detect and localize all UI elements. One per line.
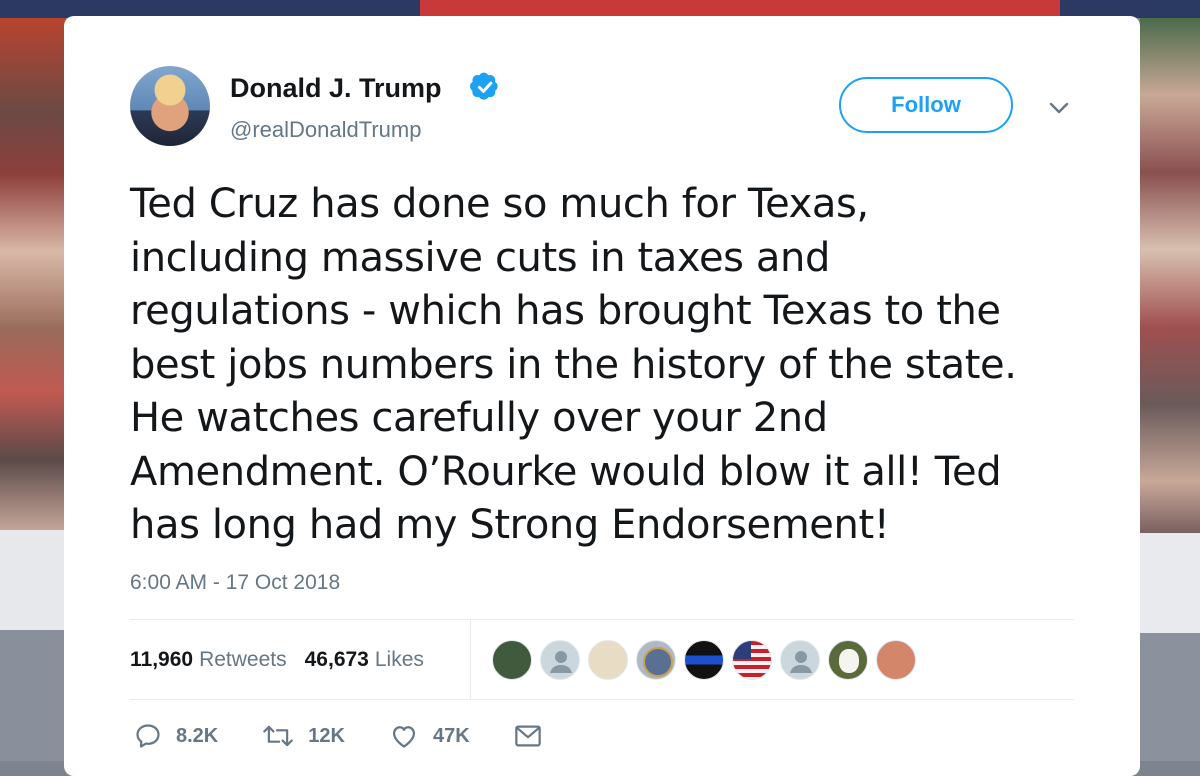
author-handle[interactable]: @realDonaldTrump	[230, 117, 421, 143]
author-name[interactable]: Donald J. Trump	[230, 73, 442, 104]
default-avatar[interactable]	[540, 640, 580, 680]
reply-count: 8.2K	[176, 724, 219, 747]
background-crowd-right	[1140, 18, 1200, 533]
liker-avatars	[492, 640, 916, 680]
retweet-button[interactable]: 12K	[262, 722, 345, 750]
us-flag-avatar[interactable]	[732, 640, 772, 680]
green-face-avatar[interactable]	[492, 640, 532, 680]
like-button[interactable]: 47K	[389, 722, 470, 750]
memorial-seal-avatar[interactable]	[636, 640, 676, 680]
tweet-timestamp[interactable]: 6:00 AM - 17 Oct 2018	[130, 571, 340, 595]
follow-button[interactable]: Follow	[839, 77, 1013, 133]
stats-divider	[470, 620, 471, 700]
hands-avatar[interactable]	[876, 640, 916, 680]
reply-icon	[136, 724, 160, 748]
background-lower-left	[0, 630, 66, 761]
engagement-stats: 11,960 Retweets 46,673 Likes	[130, 648, 424, 672]
reply-button[interactable]: 8.2K	[134, 722, 218, 750]
chevron-down-icon[interactable]	[1047, 96, 1071, 120]
retweets-stat[interactable]: 11,960 Retweets	[130, 648, 287, 672]
action-bar: 8.2K 12K 47K	[134, 722, 600, 750]
retweet-icon	[263, 725, 294, 747]
likes-stat[interactable]: 46,673 Likes	[305, 648, 424, 672]
author-avatar[interactable]	[130, 66, 210, 146]
blue-line-flag-avatar[interactable]	[684, 640, 724, 680]
likes-label: Likes	[374, 648, 424, 671]
background-crowd-left	[0, 18, 66, 538]
verified-badge-icon	[470, 72, 498, 100]
background-banner-red	[420, 0, 1060, 16]
direct-message-button[interactable]	[514, 723, 556, 749]
background-panel-left	[0, 530, 66, 630]
dog-avatar[interactable]	[828, 640, 868, 680]
like-count: 47K	[432, 724, 470, 747]
heart-icon	[392, 726, 415, 748]
beige-document-avatar[interactable]	[588, 640, 628, 680]
default-avatar[interactable]	[780, 640, 820, 680]
background-panel-right	[1140, 533, 1200, 633]
retweet-count: 12K	[308, 724, 345, 747]
likes-count: 46,673	[304, 648, 369, 671]
tweet-text: Ted Cruz has done so much for Texas, inc…	[130, 181, 1017, 548]
retweets-count: 11,960	[130, 648, 194, 671]
divider	[130, 619, 1074, 620]
tweet-card: Donald J. Trump @realDonaldTrump Follow …	[64, 16, 1140, 776]
divider	[130, 699, 1074, 700]
envelope-icon	[514, 725, 541, 747]
retweets-label: Retweets	[199, 648, 287, 671]
background-lower-right	[1140, 633, 1200, 761]
